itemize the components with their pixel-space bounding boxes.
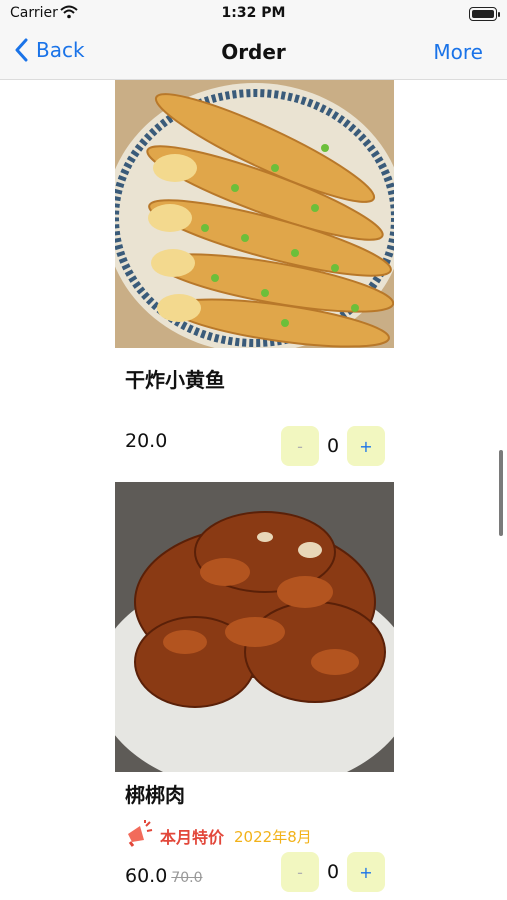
dish-list[interactable]: 干炸小黄鱼 20.0 - 0 + 梆梆肉 本月特价 2022年8月 60.0 7…	[0, 80, 507, 900]
vertical-scrollbar[interactable]	[499, 450, 503, 536]
decrease-button[interactable]: -	[281, 852, 319, 892]
dish-price: 20.0	[125, 430, 167, 452]
dish-image-fish	[115, 80, 394, 348]
quantity-value: 0	[326, 861, 340, 883]
dish-image-braised-pork	[115, 482, 394, 772]
promo-date: 2022年8月	[234, 827, 312, 846]
increase-button[interactable]: +	[347, 426, 385, 466]
megaphone-icon	[124, 820, 154, 852]
quantity-stepper[interactable]: - 0 +	[281, 852, 385, 892]
dish-name: 梆梆肉	[125, 783, 185, 807]
more-button[interactable]: More	[433, 40, 483, 64]
price-value: 60.0	[125, 865, 168, 887]
original-price: 70.0	[171, 870, 203, 886]
decrease-button[interactable]: -	[281, 426, 319, 466]
dish-price: 60.0 70.0	[125, 865, 202, 887]
battery-icon	[469, 7, 500, 21]
status-time: 1:32 PM	[221, 5, 286, 21]
quantity-stepper[interactable]: - 0 +	[281, 426, 385, 466]
promo-banner: 本月特价 2022年8月	[124, 820, 312, 852]
page-title: Order	[221, 40, 286, 64]
navigation-bar: Back Order More	[0, 30, 507, 80]
promo-label: 本月特价	[160, 828, 225, 847]
price-value: 20.0	[125, 430, 168, 452]
dish-name: 干炸小黄鱼	[125, 368, 225, 392]
quantity-value: 0	[326, 435, 340, 457]
status-bar: Carrier 1:32 PM	[0, 0, 507, 30]
increase-button[interactable]: +	[347, 852, 385, 892]
